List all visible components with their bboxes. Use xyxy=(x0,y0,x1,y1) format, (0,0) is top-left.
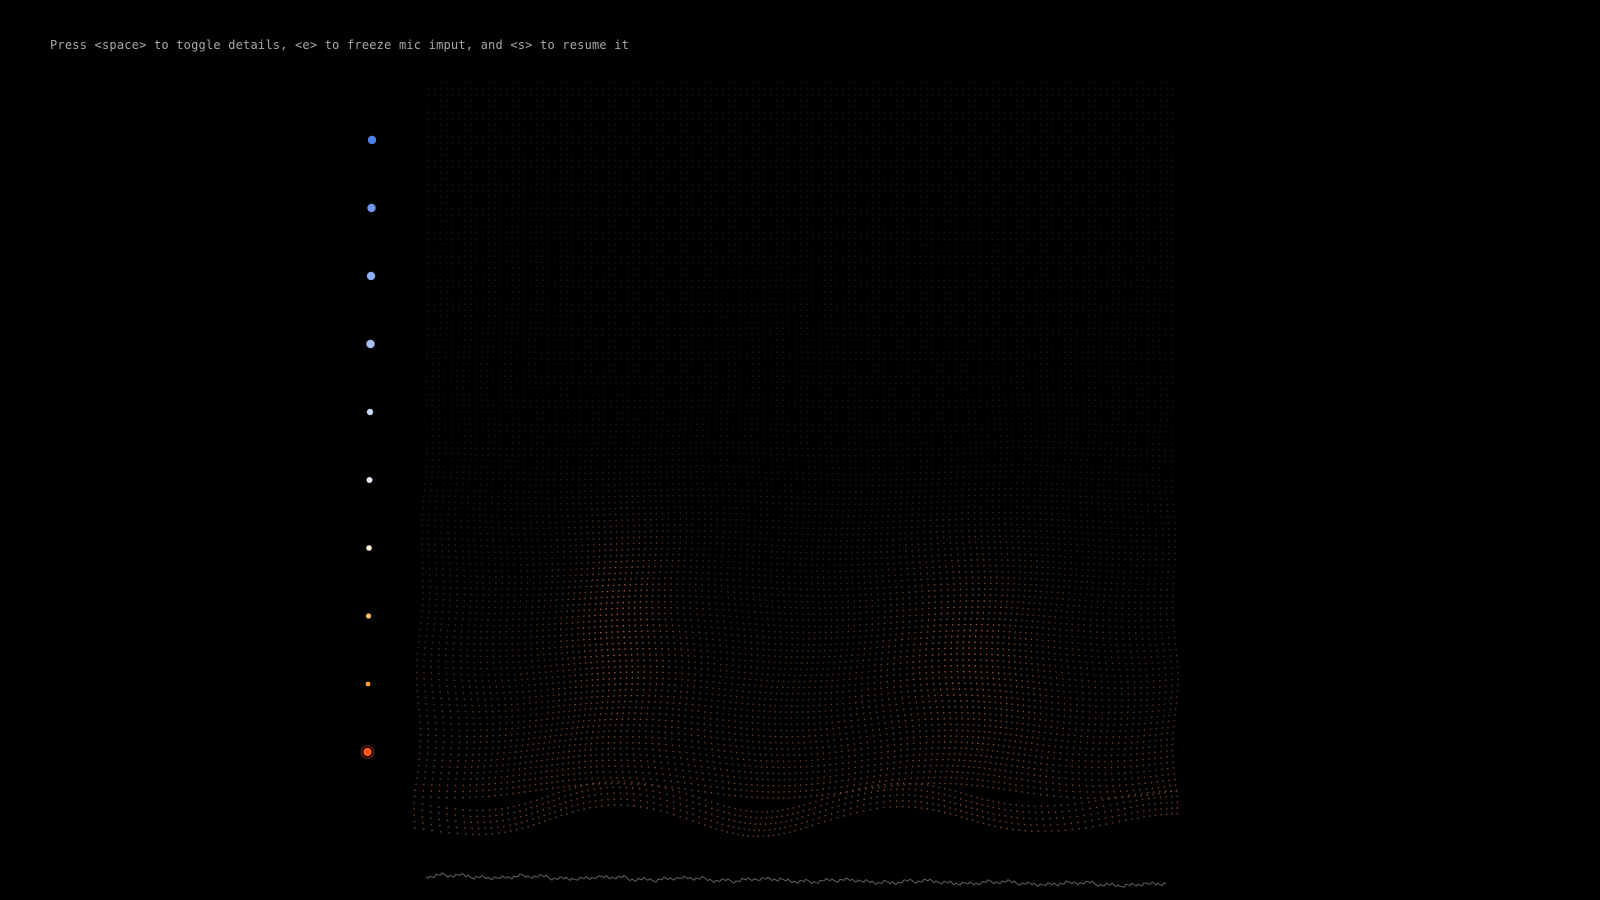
grid-dots xyxy=(421,477,1177,585)
legend-dot xyxy=(366,271,376,281)
grid-dots xyxy=(413,548,1179,838)
grid-dots xyxy=(416,507,1179,683)
visualizer-canvas[interactable] xyxy=(0,0,1600,900)
grid-dots xyxy=(588,572,1000,709)
grid-dots xyxy=(424,429,1173,488)
legend-dot xyxy=(366,408,374,416)
grid-dots xyxy=(421,454,1176,536)
legend-dot xyxy=(367,203,376,213)
legend-dot xyxy=(366,477,373,483)
legend-dot xyxy=(365,681,371,687)
audio-waveform xyxy=(425,872,1167,888)
legend-dot xyxy=(365,613,372,619)
grid-dots xyxy=(416,536,1175,781)
waveform-line xyxy=(425,872,1167,888)
dot-grid xyxy=(413,82,1179,838)
legend-dot xyxy=(363,747,372,757)
legend-dot xyxy=(366,545,372,551)
grid-dots xyxy=(425,82,1174,439)
legend-dot xyxy=(367,135,377,145)
visualizer-stage[interactable]: Press <space> to toggle details, <e> to … xyxy=(0,0,1600,900)
color-scale-legend xyxy=(360,135,377,759)
legend-dot xyxy=(366,339,375,349)
grid-dots xyxy=(416,524,1179,732)
